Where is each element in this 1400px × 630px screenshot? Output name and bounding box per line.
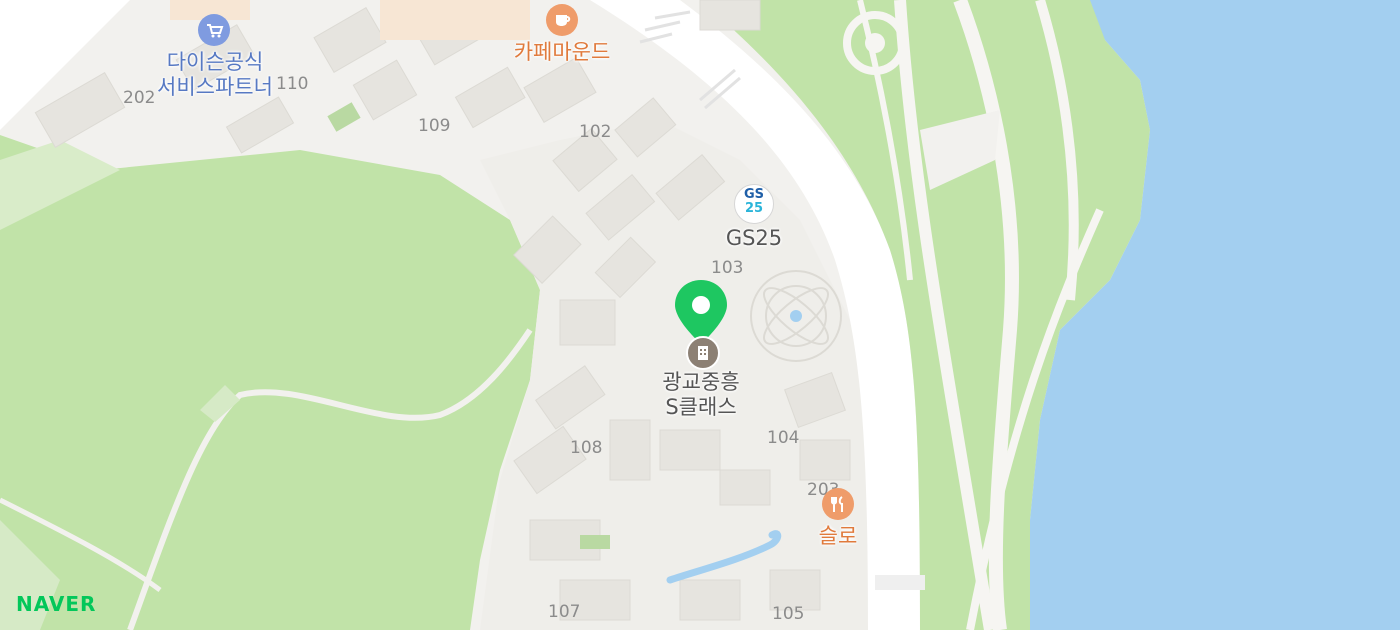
building-number: 105 [772, 604, 805, 624]
place-name-line: 광교중흥 [662, 370, 740, 394]
poi-name-line: GS25 [725, 226, 783, 250]
poi-name-line: 카페마운드 [513, 40, 611, 64]
cart-icon[interactable] [198, 14, 230, 46]
poi-name-line: 서비스파트너 [157, 75, 273, 99]
place-name-line: S클래스 [665, 395, 737, 419]
building-number: 107 [548, 602, 581, 622]
building-number: 108 [570, 438, 603, 458]
building-number: 109 [418, 116, 451, 136]
gs25-logo-text: 25 [744, 201, 764, 216]
building-icon [686, 336, 720, 370]
poi-label-sullo[interactable]: 슬로 [798, 524, 878, 549]
map-view[interactable]: 202 110 109 102 103 104 108 107 105 203 … [0, 0, 1400, 630]
gs25-logo-text: GS [743, 187, 765, 202]
poi-name-line: 슬로 [818, 524, 858, 548]
coffee-cup-icon[interactable] [546, 4, 578, 36]
poi-label-daiso[interactable]: 다이슨공식 서비스파트너 [145, 50, 285, 100]
naver-logo: NAVER [16, 592, 97, 616]
poi-label-cafe[interactable]: 카페마운드 [492, 40, 632, 65]
gs25-logo-icon[interactable]: GS 25 [734, 184, 774, 224]
building-number: 103 [711, 258, 744, 278]
building-number: 104 [767, 428, 800, 448]
building-number: 102 [579, 122, 612, 142]
place-label[interactable]: 광교중흥 S클래스 [631, 370, 771, 420]
poi-label-gs25[interactable]: GS25 [704, 226, 804, 251]
poi-name-line: 다이슨공식 [166, 50, 264, 74]
fork-knife-icon[interactable] [822, 488, 854, 520]
